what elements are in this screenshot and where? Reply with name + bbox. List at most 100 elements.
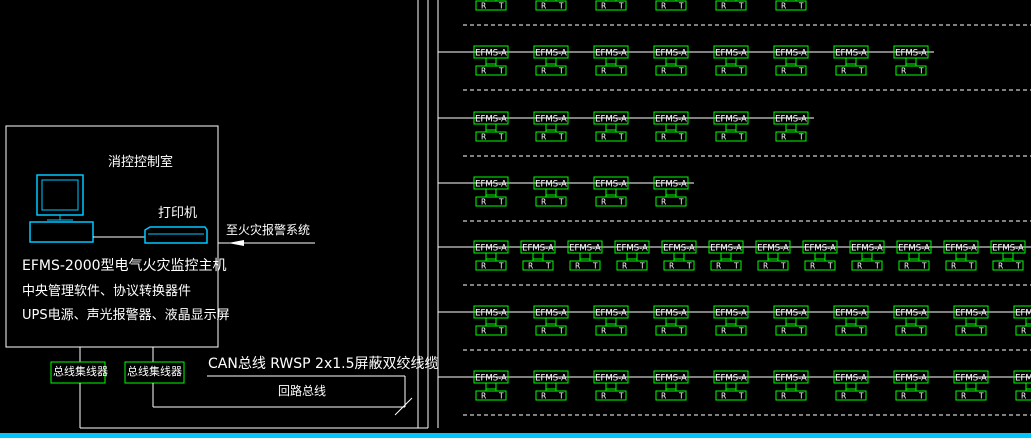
module-port-r: R <box>601 2 606 11</box>
module-port-r: R <box>541 2 546 11</box>
module-port-t: T <box>827 262 833 271</box>
efms-module: EFMS-ART <box>773 45 809 76</box>
module-port-t: T <box>618 392 624 401</box>
module-port-t: T <box>618 198 624 207</box>
module-name: EFMS-A <box>1015 374 1031 384</box>
module-name: EFMS-A <box>475 309 507 319</box>
module-port-r: R <box>901 67 906 76</box>
module-port-t: T <box>1015 262 1021 271</box>
module-port-r: R <box>541 133 546 142</box>
module-port-t: T <box>798 133 804 142</box>
module-name: EFMS-A <box>804 244 836 254</box>
module-port-r: R <box>901 392 906 401</box>
efms-module: EFMS-ART <box>473 176 509 207</box>
module-port-t: T <box>686 262 692 271</box>
module-port-t: T <box>558 198 564 207</box>
efms-module: EFMS-ART <box>849 240 885 271</box>
module-name: EFMS-A <box>955 374 987 384</box>
module-port-r: R <box>661 67 666 76</box>
module-port-r: R <box>575 262 580 271</box>
module-port-r: R <box>541 392 546 401</box>
module-port-t: T <box>968 262 974 271</box>
efms-module: EFMS-ART <box>655 0 687 11</box>
module-port-t: T <box>678 67 684 76</box>
module-name: EFMS-A <box>655 309 687 319</box>
module-port-t: T <box>558 133 564 142</box>
module-name: EFMS-A <box>715 374 747 384</box>
efms-module: EFMS-ART <box>614 240 650 271</box>
efms-module: EFMS-ART <box>533 45 569 76</box>
efms-module: EFMS-ART <box>473 305 509 336</box>
efms-module: EFMS-ART <box>593 45 629 76</box>
module-name: EFMS-A <box>775 49 807 59</box>
module-port-t: T <box>858 392 864 401</box>
module-port-r: R <box>721 327 726 336</box>
module-name: EFMS-A <box>775 309 807 319</box>
module-port-r: R <box>951 262 956 271</box>
module-port-t: T <box>558 67 564 76</box>
module-port-r: R <box>904 262 909 271</box>
module-name: EFMS-A <box>655 374 687 384</box>
arrow-icon <box>228 240 244 246</box>
branch-row: EFMS-A R T EFMS-A R T EFMS-A R T EFMS-A R T EFMS-A R T… <box>438 240 1031 286</box>
efms-module: EFMS-ART <box>593 111 629 142</box>
efms-module: EFMS-ART <box>473 45 509 76</box>
module-name: EFMS-A <box>569 244 601 254</box>
efms-module: EFMS-ART <box>775 0 807 11</box>
module-name: EFMS-A <box>835 309 867 319</box>
module-port-t: T <box>678 327 684 336</box>
efms-module: EFMS-ART <box>535 0 567 11</box>
bottom-rule <box>0 433 1031 438</box>
module-name: EFMS-A <box>535 180 567 190</box>
module-port-t: T <box>498 392 504 401</box>
module-name: EFMS-A <box>992 244 1024 254</box>
efms-module: EFMS-ART <box>893 370 929 401</box>
module-name: EFMS-A <box>715 309 747 319</box>
module-name: EFMS-A <box>715 115 747 125</box>
efms-module: EFMS-ART <box>715 0 747 11</box>
module-port-r: R <box>661 327 666 336</box>
module-port-t: T <box>678 198 684 207</box>
module-name: EFMS-A <box>775 374 807 384</box>
efms-module: EFMS-ART <box>773 111 809 142</box>
efms-module: EFMS-ART <box>533 370 569 401</box>
module-port-r: R <box>601 392 606 401</box>
module-name: EFMS-A <box>475 180 507 190</box>
branch-row: EFMS-A R T EFMS-A R T EFMS-A R T EFMS-A R T EFMS-A R T… <box>438 305 1031 351</box>
module-port-t: T <box>592 262 598 271</box>
module-port-r: R <box>669 262 674 271</box>
module-name: EFMS-A <box>595 49 627 59</box>
module-name: EFMS-A <box>595 180 627 190</box>
efms-module: EFMS-ART <box>893 45 929 76</box>
efms-module: EFMS-ART <box>473 111 509 142</box>
module-name: EFMS-A <box>655 49 687 59</box>
module-name: EFMS-A <box>535 374 567 384</box>
module-port-r: R <box>481 327 486 336</box>
module-port-t: T <box>618 133 624 142</box>
efms-module: EFMS-ART <box>896 240 932 271</box>
fire-alarm-label: 至火灾报警系统 <box>226 223 311 237</box>
loop-label: 回路总线 <box>278 384 327 398</box>
module-port-r: R <box>841 392 846 401</box>
module-port-r: R <box>622 262 627 271</box>
module-port-t: T <box>858 327 864 336</box>
efms-module: EFMS-ART <box>1013 370 1031 401</box>
module-name: EFMS-A <box>757 244 789 254</box>
efms-module: EFMS-ART <box>755 240 791 271</box>
module-port-t: T <box>921 262 927 271</box>
module-name: EFMS-A <box>955 309 987 319</box>
module-port-r: R <box>528 262 533 271</box>
efms-module: EFMS-ART <box>953 370 989 401</box>
module-port-r: R <box>781 67 786 76</box>
module-port-r: R <box>716 262 721 271</box>
efms-module: EFMS-ART <box>802 240 838 271</box>
host-title: EFMS-2000型电气火灾监控主机 <box>22 258 227 274</box>
module-port-r: R <box>841 67 846 76</box>
efms-module: EFMS-ART <box>593 305 629 336</box>
module-name: EFMS-A <box>655 180 687 190</box>
efms-module: EFMS-ART <box>1013 305 1031 336</box>
efms-module: EFMS-ART <box>653 176 689 207</box>
efms-module: EFMS-ART <box>833 305 869 336</box>
efms-module: EFMS-A R T <box>567 240 603 271</box>
module-port-t: T <box>678 2 684 11</box>
